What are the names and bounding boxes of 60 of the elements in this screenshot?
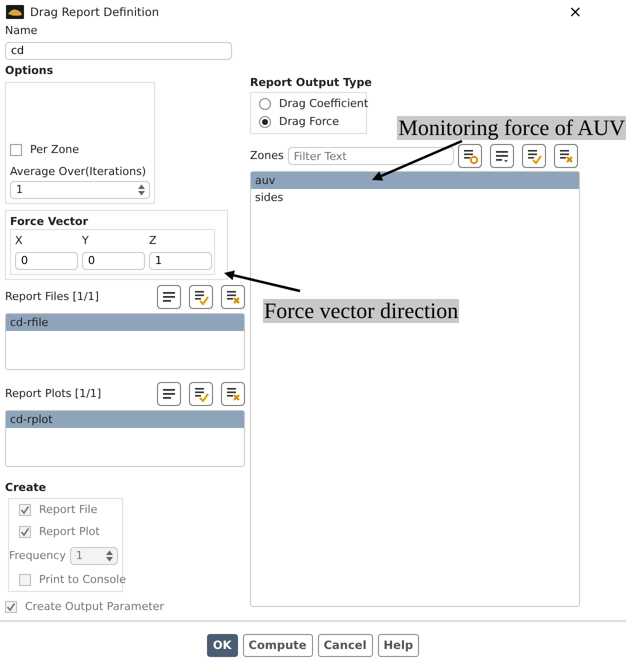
axis-label: Z xyxy=(149,234,158,248)
axis-label: Y xyxy=(82,234,90,248)
clear-list-button[interactable] xyxy=(221,284,245,309)
filter-circle-icon xyxy=(461,147,479,165)
checkbox-label: Create Output Parameter xyxy=(25,600,164,614)
axis-label: X xyxy=(15,234,24,248)
check-icon xyxy=(6,602,16,612)
list-button[interactable] xyxy=(157,382,181,406)
section-heading: Create xyxy=(5,481,48,495)
list-dropdown-button[interactable] xyxy=(490,144,514,168)
field-label: Name xyxy=(5,24,38,38)
clear-list-button[interactable] xyxy=(221,382,245,406)
check-list-icon xyxy=(525,147,543,165)
dialog-button[interactable]: Cancel xyxy=(318,634,373,658)
check-icon xyxy=(20,505,30,515)
list-item[interactable]: cd-rfile xyxy=(6,314,244,331)
section-heading: Report Output Type xyxy=(250,76,373,90)
window-title: Drag Report Definition xyxy=(30,5,160,19)
spinner-arrows-icon xyxy=(137,182,146,197)
name-field[interactable]: cd xyxy=(5,42,232,60)
checkbox-label: Per Zone xyxy=(30,142,80,157)
radio-label: Drag Force xyxy=(279,115,339,129)
clear-list-button[interactable] xyxy=(554,144,578,168)
vector-field[interactable]: 1 xyxy=(149,252,212,270)
radio-label: Drag Coefficient xyxy=(279,97,368,111)
list-button[interactable] xyxy=(157,284,181,309)
field-label: Average Over(Iterations) xyxy=(10,164,148,179)
section-heading: Force Vector xyxy=(10,214,89,229)
section-heading: Options xyxy=(5,64,54,78)
spinner-field[interactable]: 1 xyxy=(10,180,150,199)
list-label: Zones xyxy=(250,149,284,163)
dialog-button[interactable]: Compute xyxy=(242,634,313,658)
clear-list-icon xyxy=(557,147,575,165)
list-label: Report Files [1/1] xyxy=(5,290,100,304)
list-label: Report Plots [1/1] xyxy=(5,386,102,401)
callout-text: Monitoring force of AUV xyxy=(397,116,626,140)
list-item[interactable]: cd-rplot xyxy=(6,410,244,428)
dialog-button[interactable]: Help xyxy=(378,634,420,658)
check-icon xyxy=(20,527,30,537)
callout-text: Force vector direction xyxy=(263,299,460,323)
radio-button[interactable] xyxy=(259,98,271,110)
dialog-button[interactable]: OK xyxy=(206,634,238,658)
app-icon xyxy=(6,5,24,19)
field-label: Frequency xyxy=(9,549,66,563)
radio-button[interactable] xyxy=(259,116,271,128)
close-button[interactable]: × xyxy=(568,4,582,20)
check-list-button[interactable] xyxy=(189,284,213,309)
list-item[interactable]: auv xyxy=(251,172,579,189)
filter-field[interactable]: Filter Text xyxy=(288,147,454,165)
list-item[interactable]: sides xyxy=(251,189,579,206)
filter-circle-button[interactable] xyxy=(458,144,482,168)
checkbox-label: Report File xyxy=(39,503,98,517)
vector-field[interactable]: 0 xyxy=(82,252,145,270)
vector-field[interactable]: 0 xyxy=(15,252,78,270)
check-list-button[interactable] xyxy=(522,144,546,168)
spinner-arrows-icon xyxy=(105,549,114,563)
checkbox-label: Print to Console xyxy=(39,573,126,587)
check-list-button[interactable] xyxy=(189,382,213,406)
checkbox[interactable] xyxy=(10,144,22,156)
checkbox-label: Report Plot xyxy=(39,525,100,539)
